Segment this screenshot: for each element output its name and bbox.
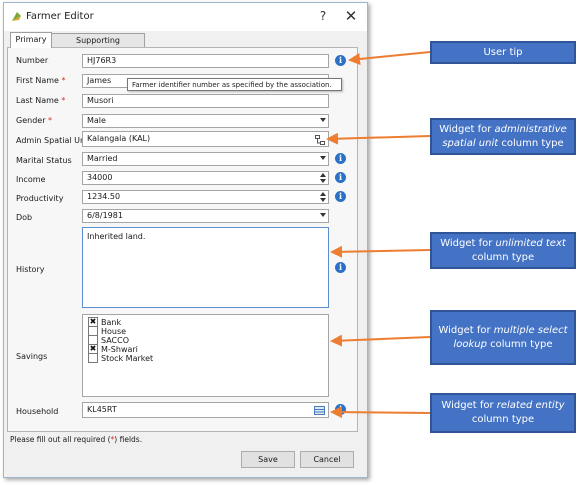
callout-unlimited-text: Widget for unlimited text column type	[430, 232, 576, 269]
arrow-entity	[330, 406, 431, 419]
callout-related-entity: Widget for related entity column type	[430, 393, 576, 433]
callout-multiple-select-lookup: Widget for multiple select lookup column…	[430, 310, 576, 365]
arrow-text	[330, 245, 431, 258]
tab-primary[interactable]: Primary	[10, 32, 52, 48]
arrow-user-tip	[348, 51, 431, 65]
callout-admin-spatial-unit: Widget for administrative spatial unit c…	[430, 118, 576, 155]
arrow-lookup	[330, 334, 431, 347]
callout-user-tip: User tip	[430, 41, 576, 64]
arrow-admin	[326, 132, 431, 145]
